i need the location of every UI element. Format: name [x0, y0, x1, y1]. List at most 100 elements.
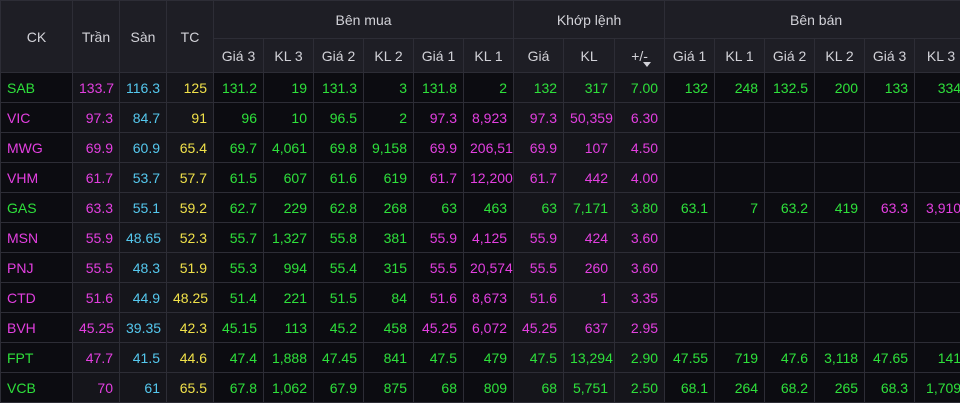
- cell-bid-vol-2[interactable]: 84: [363, 282, 414, 313]
- cell-ceiling[interactable]: 47.7: [72, 342, 120, 373]
- cell-ask-vol-2[interactable]: 265: [814, 372, 866, 403]
- cell-ask-vol-3[interactable]: [914, 132, 960, 163]
- cell-bid-price-2[interactable]: 47.45: [313, 342, 364, 373]
- cell-bid-price-1[interactable]: 63: [413, 192, 464, 223]
- cell-floor[interactable]: 55.1: [119, 192, 167, 223]
- cell-ask-price-3[interactable]: 133: [864, 72, 916, 103]
- cell-match-vol[interactable]: 5,751: [563, 372, 616, 403]
- cell-match-price[interactable]: 132: [513, 72, 565, 103]
- cell-ask-vol-2[interactable]: [814, 162, 866, 193]
- cell-ask-vol-1[interactable]: [714, 282, 766, 313]
- cell-bid-vol-2[interactable]: 381: [363, 222, 414, 253]
- cell-floor[interactable]: 39.35: [119, 312, 167, 343]
- cell-ask-vol-2[interactable]: [814, 132, 866, 163]
- cell-ask-vol-2[interactable]: 3,118: [814, 342, 866, 373]
- cell-ceiling[interactable]: 69.9: [72, 132, 120, 163]
- cell-match-change[interactable]: 3.60: [614, 252, 666, 283]
- cell-bid-price-2[interactable]: 55.4: [313, 252, 364, 283]
- cell-bid-vol-1[interactable]: 20,574: [462, 252, 515, 283]
- cell-bid-price-2[interactable]: 96.5: [313, 102, 364, 133]
- cell-ask-vol-1[interactable]: [714, 132, 766, 163]
- cell-bid-price-1[interactable]: 45.25: [413, 312, 464, 343]
- table-row[interactable]: CTD 51.6 44.9 48.25 51.4 221 51.5 84 51.6 8,673 51…: [0, 282, 960, 313]
- cell-ask-price-3[interactable]: 63.3: [864, 192, 916, 223]
- cell-match-price[interactable]: 68: [513, 372, 565, 403]
- col-header-bid-price-1[interactable]: Giá 1: [413, 38, 464, 73]
- cell-bid-price-1[interactable]: 55.5: [413, 252, 464, 283]
- cell-bid-vol-3[interactable]: 221: [263, 282, 314, 313]
- cell-match-change[interactable]: 4.00: [614, 162, 666, 193]
- cell-symbol[interactable]: FPT: [0, 342, 73, 373]
- cell-match-price[interactable]: 55.9: [513, 222, 565, 253]
- table-row[interactable]: GAS 63.3 55.1 59.2 62.7 229 62.8 268 63 463 63 7,17…: [0, 192, 960, 223]
- cell-ask-price-1[interactable]: 68.1: [664, 372, 716, 403]
- cell-ask-price-2[interactable]: [764, 222, 816, 253]
- cell-bid-vol-2[interactable]: 3: [363, 72, 414, 103]
- cell-bid-price-1[interactable]: 47.5: [413, 342, 464, 373]
- cell-reference[interactable]: 44.6: [166, 342, 214, 373]
- cell-match-change[interactable]: 3.60: [614, 222, 666, 253]
- cell-ask-price-1[interactable]: [664, 282, 716, 313]
- cell-ask-vol-2[interactable]: [814, 252, 866, 283]
- cell-bid-price-3[interactable]: 69.7: [213, 132, 264, 163]
- cell-bid-vol-1[interactable]: 8,923: [462, 102, 515, 133]
- cell-bid-vol-2[interactable]: 619: [363, 162, 414, 193]
- cell-ask-price-2[interactable]: 47.6: [764, 342, 816, 373]
- cell-bid-price-3[interactable]: 131.2: [213, 72, 264, 103]
- cell-ceiling[interactable]: 70: [72, 372, 120, 403]
- cell-ask-price-3[interactable]: [864, 252, 916, 283]
- cell-bid-price-3[interactable]: 45.15: [213, 312, 264, 343]
- cell-ask-vol-1[interactable]: [714, 222, 766, 253]
- table-row[interactable]: PNJ 55.5 48.3 51.9 55.3 994 55.4 315 55.5 20,574 5…: [0, 252, 960, 283]
- cell-ask-price-2[interactable]: 132.5: [764, 72, 816, 103]
- cell-bid-price-2[interactable]: 62.8: [313, 192, 364, 223]
- cell-ask-vol-3[interactable]: [914, 162, 960, 193]
- cell-match-price[interactable]: 97.3: [513, 102, 565, 133]
- cell-symbol[interactable]: VHM: [0, 162, 73, 193]
- cell-ask-vol-3[interactable]: 1,709: [914, 372, 960, 403]
- cell-ask-price-1[interactable]: 63.1: [664, 192, 716, 223]
- col-header-ceiling[interactable]: Trần: [72, 0, 120, 73]
- cell-ask-price-2[interactable]: [764, 312, 816, 343]
- cell-reference[interactable]: 65.4: [166, 132, 214, 163]
- cell-match-change[interactable]: 6.30: [614, 102, 666, 133]
- cell-ask-vol-2[interactable]: 200: [814, 72, 866, 103]
- cell-ask-price-3[interactable]: 47.65: [864, 342, 916, 373]
- cell-match-price[interactable]: 61.7: [513, 162, 565, 193]
- cell-reference[interactable]: 48.25: [166, 282, 214, 313]
- cell-ask-vol-1[interactable]: [714, 252, 766, 283]
- cell-bid-vol-2[interactable]: 9,158: [363, 132, 414, 163]
- cell-bid-vol-1[interactable]: 12,200: [462, 162, 515, 193]
- col-header-bid-price-3[interactable]: Giá 3: [213, 38, 264, 73]
- cell-symbol[interactable]: BVH: [0, 312, 73, 343]
- cell-match-price[interactable]: 69.9: [513, 132, 565, 163]
- cell-match-price[interactable]: 55.5: [513, 252, 565, 283]
- cell-bid-price-1[interactable]: 51.6: [413, 282, 464, 313]
- cell-match-vol[interactable]: 317: [563, 72, 616, 103]
- cell-bid-vol-3[interactable]: 1,062: [263, 372, 314, 403]
- cell-bid-price-3[interactable]: 47.4: [213, 342, 264, 373]
- cell-bid-vol-3[interactable]: 10: [263, 102, 314, 133]
- cell-bid-price-3[interactable]: 62.7: [213, 192, 264, 223]
- cell-ask-price-1[interactable]: 132: [664, 72, 716, 103]
- cell-match-price[interactable]: 51.6: [513, 282, 565, 313]
- cell-match-vol[interactable]: 13,294: [563, 342, 616, 373]
- cell-ask-vol-2[interactable]: [814, 102, 866, 133]
- cell-ceiling[interactable]: 133.7: [72, 72, 120, 103]
- table-row[interactable]: FPT 47.7 41.5 44.6 47.4 1,888 47.45 841 47.5 479 4…: [0, 342, 960, 373]
- table-row[interactable]: MWG 69.9 60.9 65.4 69.7 4,061 69.8 9,158 69.9 206…: [0, 132, 960, 163]
- cell-bid-price-3[interactable]: 61.5: [213, 162, 264, 193]
- cell-symbol[interactable]: MWG: [0, 132, 73, 163]
- cell-ask-price-3[interactable]: [864, 162, 916, 193]
- cell-ask-vol-1[interactable]: 264: [714, 372, 766, 403]
- col-header-symbol[interactable]: CK: [0, 0, 73, 73]
- cell-ceiling[interactable]: 63.3: [72, 192, 120, 223]
- col-header-ask-price-2[interactable]: Giá 2: [764, 38, 816, 73]
- cell-match-change[interactable]: 3.80: [614, 192, 666, 223]
- cell-bid-vol-2[interactable]: 315: [363, 252, 414, 283]
- cell-bid-price-2[interactable]: 69.8: [313, 132, 364, 163]
- col-header-bid-vol-2[interactable]: KL 2: [363, 38, 414, 73]
- table-row[interactable]: VCB 70 61 65.5 67.8 1,062 67.9 875 68 809 68 5,751 2…: [0, 372, 960, 403]
- cell-bid-vol-1[interactable]: 6,072: [462, 312, 515, 343]
- cell-floor[interactable]: 41.5: [119, 342, 167, 373]
